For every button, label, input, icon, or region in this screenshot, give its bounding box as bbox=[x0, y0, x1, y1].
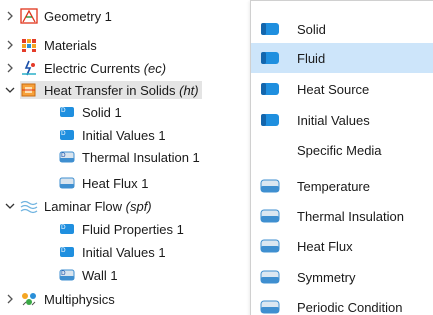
boundary-icon bbox=[260, 179, 280, 193]
tree-item-label: Materials bbox=[44, 37, 97, 53]
menu-item-temperature[interactable]: Temperature bbox=[251, 171, 433, 201]
tree-item-label: Heat Transfer in Solids (ht) bbox=[44, 83, 199, 98]
chevron-right-icon[interactable] bbox=[4, 10, 16, 22]
app-window: Geometry 1 Materials Electric Currents (… bbox=[0, 0, 433, 315]
boundary-icon bbox=[260, 270, 280, 284]
svg-text:D: D bbox=[61, 130, 66, 137]
tree-item-initial-values-1-spf[interactable]: D Initial Values 1 bbox=[58, 241, 166, 263]
menu-item-label: Temperature bbox=[297, 178, 370, 194]
tree-item-label: Fluid Properties 1 bbox=[82, 221, 184, 237]
domain-icon bbox=[260, 22, 280, 36]
domain-icon bbox=[260, 51, 280, 65]
svg-text:D: D bbox=[61, 107, 66, 114]
thermal-insulation-node-icon: D bbox=[58, 149, 76, 165]
label-text: Electric Currents bbox=[44, 60, 144, 76]
tree-item-label: Multiphysics bbox=[44, 291, 115, 307]
tree-item-label: Geometry 1 bbox=[44, 8, 112, 24]
tree-item-initial-values-1[interactable]: D Initial Values 1 bbox=[58, 124, 166, 146]
tree-item-electric-currents[interactable]: Electric Currents (ec) bbox=[4, 57, 166, 79]
menu-item-label: Fluid bbox=[297, 50, 326, 66]
electric-currents-icon bbox=[20, 60, 38, 76]
menu-item-initial-values[interactable]: Initial Values bbox=[251, 105, 433, 135]
menu-item-label: Heat Source bbox=[297, 81, 370, 97]
boundary-icon bbox=[260, 239, 280, 253]
chevron-right-icon[interactable] bbox=[4, 39, 16, 51]
heat-transfer-icon bbox=[20, 82, 38, 98]
chevron-right-icon[interactable] bbox=[4, 293, 16, 305]
menu-item-heat-source[interactable]: Heat Source bbox=[251, 74, 433, 104]
heat-flux-node-icon bbox=[58, 175, 76, 191]
tree-item-thermal-insulation-1[interactable]: D Thermal Insulation 1 bbox=[58, 146, 200, 168]
materials-icon bbox=[20, 37, 38, 53]
tree-item-heat-transfer[interactable]: Heat Transfer in Solids (ht) bbox=[4, 79, 202, 101]
domain-icon bbox=[260, 82, 280, 96]
fluid-properties-node-icon: D bbox=[58, 221, 76, 237]
tree-item-label: Initial Values 1 bbox=[82, 127, 166, 143]
tree-item-label: Thermal Insulation 1 bbox=[82, 149, 200, 165]
tree-item-heat-flux-1[interactable]: Heat Flux 1 bbox=[58, 172, 148, 194]
menu-item-label: Symmetry bbox=[297, 269, 356, 285]
geometry-icon bbox=[20, 8, 38, 24]
physics-tag: (ht) bbox=[179, 82, 199, 98]
menu-item-thermal-insulation[interactable]: Thermal Insulation bbox=[251, 201, 433, 231]
tree-item-multiphysics[interactable]: Multiphysics bbox=[4, 288, 115, 310]
model-builder-tree: Geometry 1 Materials Electric Currents (… bbox=[0, 0, 260, 315]
tree-item-label: Laminar Flow (spf) bbox=[44, 199, 152, 214]
menu-item-label: Initial Values bbox=[297, 112, 370, 128]
svg-text:D: D bbox=[61, 270, 66, 277]
tree-item-label: Initial Values 1 bbox=[82, 244, 166, 260]
boundary-icon bbox=[260, 209, 280, 223]
wall-node-icon: D bbox=[58, 267, 76, 283]
menu-item-label: Specific Media bbox=[297, 142, 382, 158]
physics-tag: (ec) bbox=[143, 60, 167, 76]
menu-item-specific-media[interactable]: Specific Media bbox=[251, 135, 433, 165]
menu-item-fluid[interactable]: Fluid bbox=[251, 43, 433, 73]
menu-item-label: Solid bbox=[297, 21, 326, 37]
multiphysics-icon bbox=[20, 291, 38, 307]
chevron-right-icon[interactable] bbox=[4, 62, 16, 74]
menu-item-label: Periodic Condition bbox=[297, 299, 403, 315]
tree-item-geometry[interactable]: Geometry 1 bbox=[4, 5, 112, 27]
menu-item-symmetry[interactable]: Symmetry bbox=[251, 262, 433, 292]
tree-item-wall-1[interactable]: D Wall 1 bbox=[58, 264, 118, 286]
laminar-flow-icon bbox=[20, 198, 38, 214]
label-text: Laminar Flow bbox=[44, 198, 126, 214]
tree-item-solid-1[interactable]: D Solid 1 bbox=[58, 101, 122, 123]
svg-text:D: D bbox=[61, 152, 66, 159]
chevron-down-icon[interactable] bbox=[4, 84, 16, 96]
tree-item-label: Heat Flux 1 bbox=[82, 175, 149, 191]
menu-item-periodic-condition[interactable]: Periodic Condition bbox=[251, 292, 433, 315]
tree-item-label: Electric Currents (ec) bbox=[44, 61, 166, 76]
initial-values-node-icon: D bbox=[58, 244, 76, 260]
solid-node-icon: D bbox=[58, 104, 76, 120]
tree-item-laminar-flow[interactable]: Laminar Flow (spf) bbox=[4, 195, 152, 217]
tree-item-fluid-properties-1[interactable]: D Fluid Properties 1 bbox=[58, 218, 184, 240]
menu-item-label: Heat Flux bbox=[297, 238, 353, 254]
initial-values-node-icon: D bbox=[58, 127, 76, 143]
svg-text:D: D bbox=[61, 247, 66, 254]
menu-item-heat-flux[interactable]: Heat Flux bbox=[251, 231, 433, 261]
svg-text:D: D bbox=[61, 224, 66, 231]
label-text: Heat Transfer in Solids bbox=[44, 82, 180, 98]
physics-tag: (spf) bbox=[125, 198, 152, 214]
domain-icon bbox=[260, 113, 280, 127]
tree-item-label: Wall 1 bbox=[82, 267, 118, 283]
chevron-down-icon[interactable] bbox=[4, 200, 16, 212]
boundary-icon bbox=[260, 300, 280, 314]
context-menu: Solid Fluid Heat Source Initial Values S… bbox=[250, 0, 433, 315]
tree-item-materials[interactable]: Materials bbox=[4, 34, 97, 56]
menu-item-solid[interactable]: Solid bbox=[251, 14, 433, 44]
menu-item-label: Thermal Insulation bbox=[297, 208, 404, 224]
tree-item-label: Solid 1 bbox=[82, 104, 122, 120]
